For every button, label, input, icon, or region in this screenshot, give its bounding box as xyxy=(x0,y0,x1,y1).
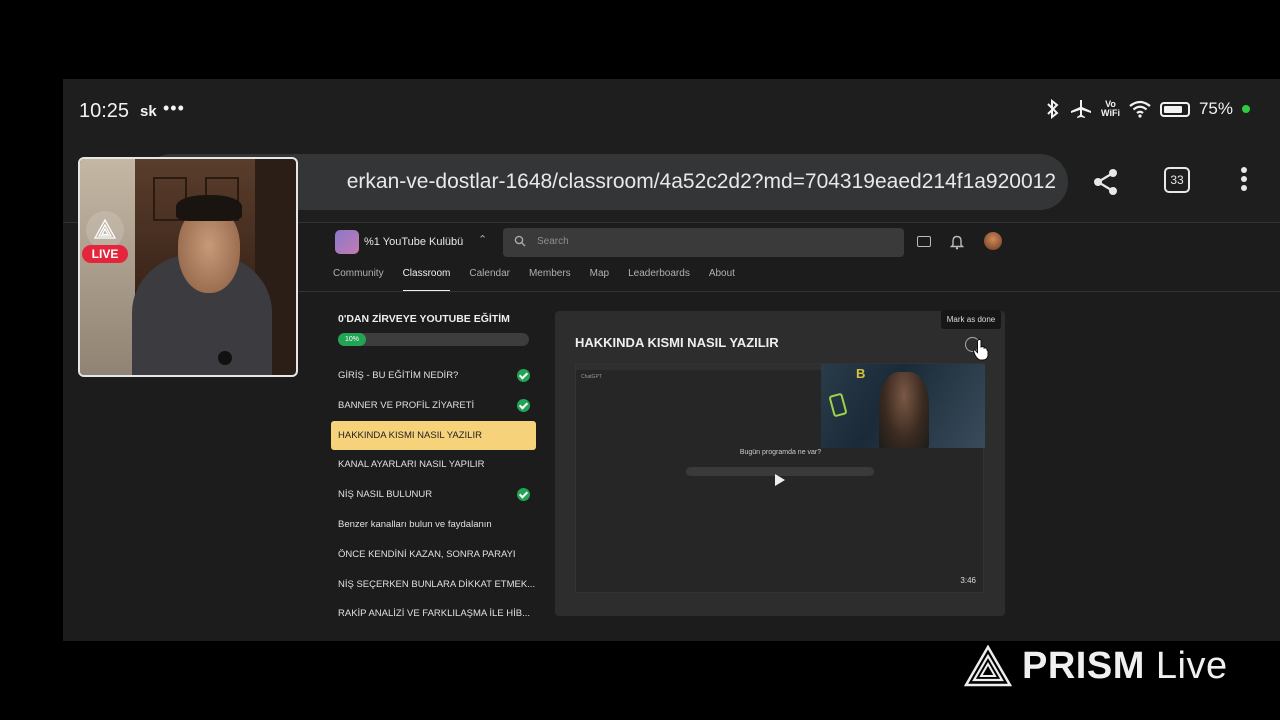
status-more: ••• xyxy=(163,98,185,118)
tab-leaderboards[interactable]: Leaderboards xyxy=(628,268,690,292)
search-placeholder: Search xyxy=(537,236,569,247)
tab-about[interactable]: About xyxy=(709,268,735,292)
lesson-item[interactable]: GİRİŞ - BU EĞİTİM NEDİR? xyxy=(331,361,536,391)
prism-live-watermark: PRISM Live xyxy=(964,644,1228,688)
video-prompt-text: Bugün programda ne var? xyxy=(739,449,822,456)
video-player[interactable]: ChatGPT B Bugün programda ne var? 3:46 xyxy=(575,363,985,593)
lesson-item[interactable]: NİŞ NASIL BULUNUR xyxy=(331,480,536,510)
lesson-card: HAKKINDA KISMI NASIL YAZILIR Mark as don… xyxy=(555,310,1005,616)
wifi-icon xyxy=(1129,100,1151,118)
lesson-title-text: ÖNCE KENDİNİ KAZAN, SONRA PARAYI xyxy=(338,548,516,560)
video-small-label: ChatGPT xyxy=(581,374,602,380)
tab-classroom[interactable]: Classroom xyxy=(402,268,451,292)
site-nav-tabs: Community Classroom Calendar Members Map… xyxy=(333,268,754,292)
lesson-title-text: RAKİP ANALİZİ VE FARKLILAŞMA İLE HİB... xyxy=(338,608,531,620)
lesson-title-text: BANNER VE PROFİL ZİYARETİ xyxy=(338,399,475,411)
share-icon[interactable] xyxy=(1091,167,1121,197)
bell-icon[interactable] xyxy=(950,234,964,250)
site-header: %1 YouTube Kulübü ⌃ Search xyxy=(333,228,1013,262)
prism-logo-icon xyxy=(964,645,1012,687)
lesson-title-text: Benzer kanalları bulun ve faydalanın xyxy=(338,518,492,530)
status-app-indicator: sk xyxy=(140,103,157,120)
lesson-item[interactable]: ÖNCE KENDİNİ KAZAN, SONRA PARAYI xyxy=(331,540,536,570)
tab-map[interactable]: Map xyxy=(590,268,609,292)
status-bar: 10:25 sk ••• Vo WiFi 75% xyxy=(63,79,1280,143)
webcam-wall xyxy=(80,159,135,375)
tab-community[interactable]: Community xyxy=(333,268,384,292)
completed-check-icon xyxy=(517,369,530,382)
watermark-brand: PRISM xyxy=(1022,644,1145,687)
completed-check-icon xyxy=(517,488,530,502)
lesson-title: HAKKINDA KISMI NASIL YAZILIR xyxy=(575,335,779,350)
battery-percent: 75% xyxy=(1198,99,1233,118)
more-vert-icon[interactable] xyxy=(1241,167,1249,194)
webcam-mic xyxy=(218,351,232,365)
search-input[interactable]: Search xyxy=(503,228,904,257)
course-header: 0'DAN ZİRVEYE YOUTUBE EĞİTİM 10% xyxy=(331,313,541,346)
airplane-icon xyxy=(1071,100,1092,118)
community-name[interactable]: %1 YouTube Kulübü xyxy=(364,236,463,248)
lesson-title-text: KANAL AYARLARI NASIL YAPILIR xyxy=(338,459,485,471)
tabs-icon[interactable]: 33 xyxy=(1164,167,1190,193)
search-icon xyxy=(514,235,526,247)
lesson-item[interactable]: RAKİP ANALİZİ VE FARKLILAŞMA İLE HİB... xyxy=(331,599,536,629)
hand-cursor-icon xyxy=(973,339,989,361)
lesson-item[interactable]: HAKKINDA KISMI NASIL YAZILIR xyxy=(331,420,536,451)
lesson-item[interactable]: NİŞ SEÇERKEN BUNLARA DİKKAT ETMEK... xyxy=(331,570,536,600)
chat-icon[interactable] xyxy=(917,236,931,247)
video-facecam-thumbnail: B xyxy=(821,364,985,448)
completed-check-icon xyxy=(517,398,530,412)
header-divider xyxy=(298,291,1280,292)
mark-done-tooltip: Mark as done xyxy=(941,310,1001,329)
facecam-light xyxy=(828,392,848,418)
prism-triangle-icon xyxy=(94,219,116,239)
course-progress-bar: 10% xyxy=(338,333,529,346)
lesson-title-text: HAKKINDA KISMI NASIL YAZILIR xyxy=(338,429,482,441)
community-logo[interactable] xyxy=(335,230,359,254)
vowifi-icon: Vo WiFi xyxy=(1101,99,1120,118)
lesson-title-text: NİŞ SEÇERKEN BUNLARA DİKKAT ETMEK... xyxy=(338,578,536,590)
privacy-dot-icon xyxy=(1242,105,1250,113)
battery-icon xyxy=(1159,101,1190,117)
course-progress-label: 10% xyxy=(338,333,366,346)
course-title: 0'DAN ZİRVEYE YOUTUBE EĞİTİM xyxy=(338,313,510,325)
bluetooth-icon xyxy=(1047,99,1059,119)
lesson-title-text: NİŞ NASIL BULUNUR xyxy=(338,489,433,501)
lesson-item[interactable]: KANAL AYARLARI NASIL YAPILIR xyxy=(331,450,536,480)
watermark-suffix: Live xyxy=(1155,644,1228,687)
avatar[interactable] xyxy=(984,232,1002,250)
status-time: 10:25 xyxy=(79,100,130,122)
tab-calendar[interactable]: Calendar xyxy=(469,268,510,292)
lesson-item[interactable]: Benzer kanalları bulun ve faydalanın xyxy=(331,510,536,540)
webcam-hair xyxy=(176,195,242,221)
live-badge: LIVE xyxy=(82,245,128,263)
facecam-person xyxy=(879,372,929,448)
lesson-item[interactable]: BANNER VE PROFİL ZİYARETİ xyxy=(331,391,536,421)
webcam-overlay: LIVE xyxy=(78,157,298,377)
video-browser-bar xyxy=(576,364,821,370)
lesson-title-text: GİRİŞ - BU EĞİTİM NEDİR? xyxy=(338,370,459,381)
play-icon[interactable] xyxy=(775,474,785,486)
facecam-letter: B xyxy=(856,366,866,381)
video-duration: 3:46 xyxy=(960,576,976,585)
tab-members[interactable]: Members xyxy=(529,268,571,292)
switch-community-icon[interactable]: ⌃ xyxy=(478,233,487,246)
address-url: erkan-ve-dostlar-1648/classroom/4a52c2d2… xyxy=(346,170,1056,193)
lesson-list: GİRİŞ - BU EĞİTİM NEDİR? BANNER VE PROFİL… xyxy=(331,361,536,629)
